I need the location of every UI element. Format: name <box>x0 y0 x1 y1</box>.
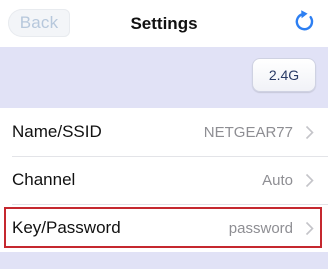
row-value: Auto <box>262 171 293 189</box>
refresh-button[interactable] <box>292 9 318 37</box>
chevron-right-icon <box>305 173 314 188</box>
row-label: Channel <box>12 170 76 189</box>
row-label: Key/Password <box>12 218 121 237</box>
chevron-right-icon <box>305 125 314 140</box>
row-channel[interactable]: Channel Auto <box>0 156 328 204</box>
chevron-right-icon <box>305 221 314 236</box>
row-key-password[interactable]: Key/Password password <box>0 204 328 252</box>
back-button[interactable]: Back <box>8 9 70 37</box>
settings-list: Name/SSID NETGEAR77 Channel Auto Key/Pas… <box>0 108 328 252</box>
row-label: Name/SSID <box>12 122 102 141</box>
bottom-section-background <box>0 252 328 269</box>
navigation-bar: Back Settings <box>0 0 328 47</box>
row-name-ssid[interactable]: Name/SSID NETGEAR77 <box>0 108 328 156</box>
band-selector-bar: 2.4G <box>0 47 328 108</box>
row-value: password <box>228 219 293 237</box>
row-value: NETGEAR77 <box>203 123 293 141</box>
refresh-icon <box>294 9 316 38</box>
band-toggle-button[interactable]: 2.4G <box>252 58 316 92</box>
